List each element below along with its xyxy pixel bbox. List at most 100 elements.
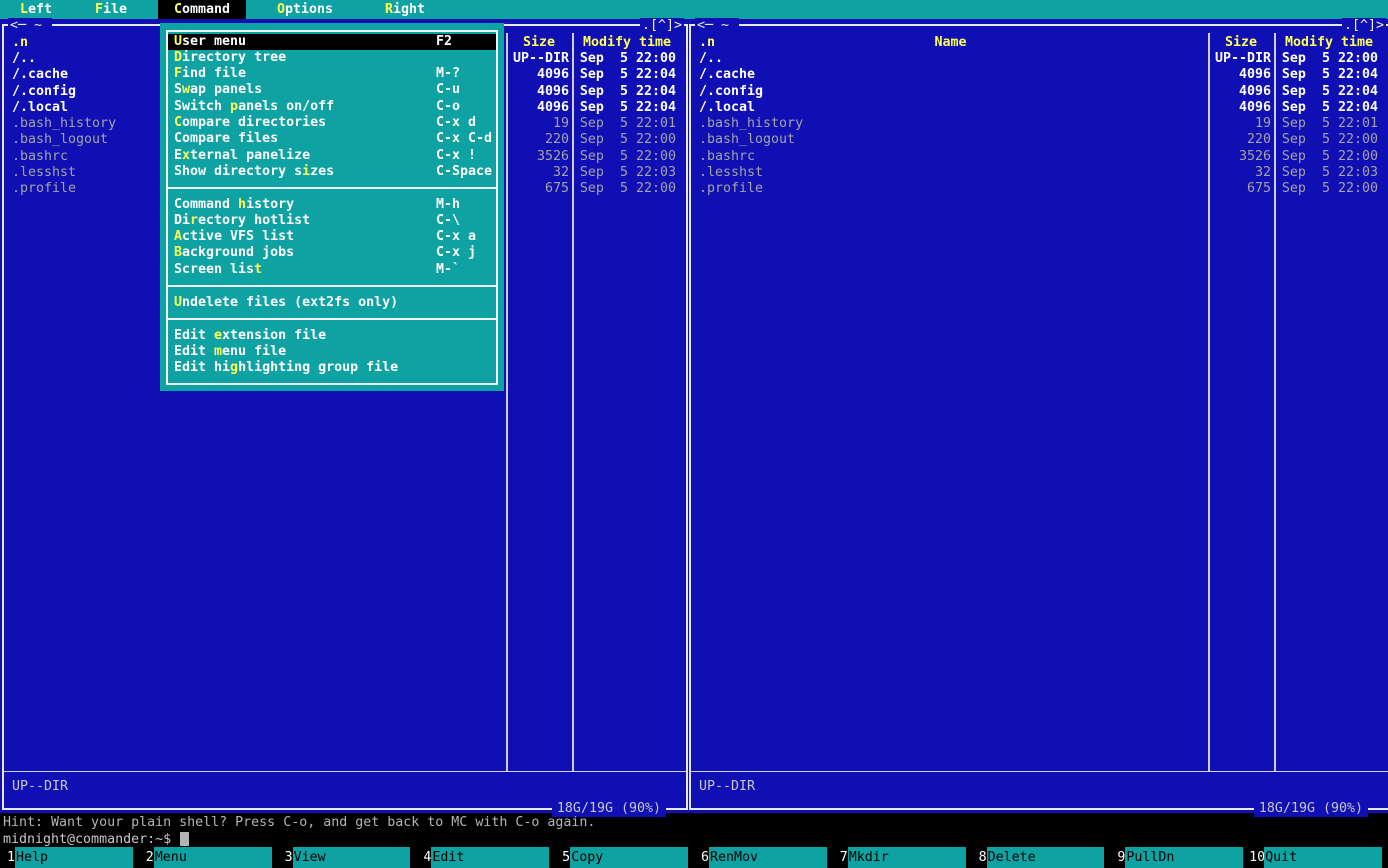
file-mtime: Sep 5 22:01 (580, 116, 676, 132)
menubar-options[interactable]: Options (269, 0, 341, 19)
file-size: 3526 (537, 149, 569, 165)
menu-item-compare-files[interactable]: Compare filesC-x C-d (168, 131, 496, 147)
file-row[interactable]: /.config 4096 Sep 5 22:04 (691, 84, 1388, 100)
shell-prompt[interactable]: midnight@commander:~$ (3, 832, 189, 848)
file-mtime: Sep 5 22:03 (580, 165, 676, 181)
right-panel-header: .n Name Size Modify time (691, 35, 1388, 51)
fkey-delete[interactable]: 8Delete (972, 847, 1111, 868)
menu-item-edit-menu-file[interactable]: Edit menu file (168, 344, 496, 360)
panel-path[interactable]: ~ (26, 18, 50, 33)
right-panel-title[interactable]: <─ ~ (695, 18, 739, 34)
file-name: /.. (12, 51, 36, 67)
fkey-quit[interactable]: 10Quit (1249, 847, 1388, 868)
menubar-command[interactable]: Command (158, 0, 246, 19)
menu-item-swap-panels[interactable]: Swap panelsC-u (168, 82, 496, 98)
file-row[interactable]: .lesshst 32 Sep 5 22:03 (691, 165, 1388, 181)
file-name: .profile (699, 181, 763, 197)
file-size: 4096 (1239, 84, 1271, 100)
file-name: .bash_history (12, 116, 116, 132)
file-size: UP--DIR (1215, 51, 1271, 67)
hint-line: Hint: Want your plain shell? Press C-o, … (3, 815, 595, 831)
file-row[interactable]: /.local4096Sep 5 22:04 (691, 100, 1388, 116)
file-row[interactable]: .profile675Sep 5 22:00 (691, 181, 1388, 197)
file-mtime: Sep 5 22:03 (1282, 165, 1378, 181)
menu-item-user-menu[interactable]: User menuF2 (168, 34, 496, 50)
menu-item-edit-highlighting-group-file[interactable]: Edit highlighting group file (168, 360, 496, 376)
fkey-renmov[interactable]: 6RenMov (694, 847, 833, 868)
menubar-right[interactable]: Right (377, 0, 433, 19)
file-mtime: Sep 5 22:04 (1282, 84, 1378, 100)
menu-item-command-history[interactable]: Command historyM-h (168, 197, 496, 213)
menu-item-directory-hotlist[interactable]: Directory hotlistC-\ (168, 213, 496, 229)
file-size: 32 (1255, 165, 1271, 181)
fkey-mkdir[interactable]: 7Mkdir (833, 847, 972, 868)
right-panel[interactable]: <─ ~ .[^]> .n Name Size Modify time /..U… (689, 24, 1388, 810)
file-mtime: Sep 5 22:00 (1282, 149, 1378, 165)
column-header-mtime[interactable]: Modify time (574, 35, 680, 51)
menu-item-undelete-files[interactable]: Undelete files (ext2fs only) (168, 295, 496, 311)
file-name: .bash_logout (12, 132, 108, 148)
command-menu-dropdown: User menuF2 Directory tree Find fileM-? … (160, 23, 504, 391)
file-name: .bashrc (699, 149, 755, 165)
file-name: /.cache (12, 67, 68, 83)
fkey-help[interactable]: 1Help (0, 847, 139, 868)
menu-item-show-directory-sizes[interactable]: Show directory sizesC-Space (168, 164, 496, 180)
file-mtime: Sep 5 22:00 (1282, 181, 1378, 197)
fkey-pulldn[interactable]: 9PullDn (1110, 847, 1249, 868)
file-row[interactable]: /..UP--DIRSep 5 22:00 (691, 51, 1388, 67)
menu-item-compare-directories[interactable]: Compare directoriesC-x d (168, 115, 496, 131)
prompt-text: midnight@commander:~$ (3, 832, 171, 847)
file-name: .lesshst (12, 165, 76, 181)
file-size: 4096 (537, 67, 569, 83)
file-name: .lesshst (699, 165, 763, 181)
ministatus-divider (4, 771, 686, 772)
file-name: /.config (699, 84, 763, 100)
menu-item-screen-list[interactable]: Screen listM-` (168, 262, 496, 278)
left-panel-title[interactable]: <─ ~ (8, 18, 52, 34)
function-key-bar: 1Help 2Menu 3View 4Edit 5Copy 6RenMov 7M… (0, 847, 1388, 868)
history-forward-icon[interactable]: > (674, 18, 682, 33)
column-header-size[interactable]: Size (1209, 35, 1273, 51)
menu-separator (166, 187, 498, 189)
updir-icon[interactable]: [^] (1352, 18, 1376, 33)
dotfiles-toggle-icon[interactable]: . (1344, 18, 1352, 33)
file-mtime: Sep 5 22:00 (580, 132, 676, 148)
menu-item-external-panelize[interactable]: External panelizeC-x ! (168, 148, 496, 164)
menu-item-edit-extension-file[interactable]: Edit extension file (168, 328, 496, 344)
file-row[interactable]: .bash_history19Sep 5 22:01 (691, 116, 1388, 132)
file-name: /.local (12, 100, 68, 116)
menu-item-directory-tree[interactable]: Directory tree (168, 50, 496, 66)
history-back-icon[interactable]: <─ (10, 18, 26, 33)
updir-icon[interactable]: [^] (650, 18, 674, 33)
column-header-name[interactable]: Name (691, 35, 1210, 51)
panel-path[interactable]: ~ (713, 18, 737, 33)
file-name: /.. (699, 51, 723, 67)
history-back-icon[interactable]: <─ (697, 18, 713, 33)
file-mtime: Sep 5 22:00 (1282, 132, 1378, 148)
file-size: 220 (545, 132, 569, 148)
history-forward-icon[interactable]: > (1376, 18, 1384, 33)
menu-item-background-jobs[interactable]: Background jobsC-x j (168, 245, 496, 261)
left-panel-corner-buttons: .[^]> (640, 18, 684, 34)
column-header-size[interactable]: Size (507, 35, 571, 51)
menubar-file[interactable]: File (87, 0, 135, 19)
file-mtime: Sep 5 22:00 (580, 51, 676, 67)
file-row[interactable]: .bash_logout220Sep 5 22:00 (691, 132, 1388, 148)
file-name: .bash_logout (699, 132, 795, 148)
file-size: 32 (553, 165, 569, 181)
menubar-left[interactable]: Left (12, 0, 60, 19)
menu-item-active-vfs-list[interactable]: Active VFS listC-x a (168, 229, 496, 245)
fkey-view[interactable]: 3View (278, 847, 417, 868)
dotfiles-toggle-icon[interactable]: . (642, 18, 650, 33)
menu-item-find-file[interactable]: Find fileM-? (168, 66, 496, 82)
file-size: 3526 (1239, 149, 1271, 165)
fkey-copy[interactable]: 5Copy (555, 847, 694, 868)
file-row[interactable]: .bashrc 3526 Sep 5 22:00 (691, 149, 1388, 165)
file-name: .profile (12, 181, 76, 197)
file-name: /.config (12, 84, 76, 100)
fkey-edit[interactable]: 4Edit (416, 847, 555, 868)
fkey-menu[interactable]: 2Menu (139, 847, 278, 868)
column-header-mtime[interactable]: Modify time (1276, 35, 1382, 51)
file-row[interactable]: /.cache4096Sep 5 22:04 (691, 67, 1388, 83)
menu-item-switch-panels[interactable]: Switch panels on/offC-o (168, 99, 496, 115)
